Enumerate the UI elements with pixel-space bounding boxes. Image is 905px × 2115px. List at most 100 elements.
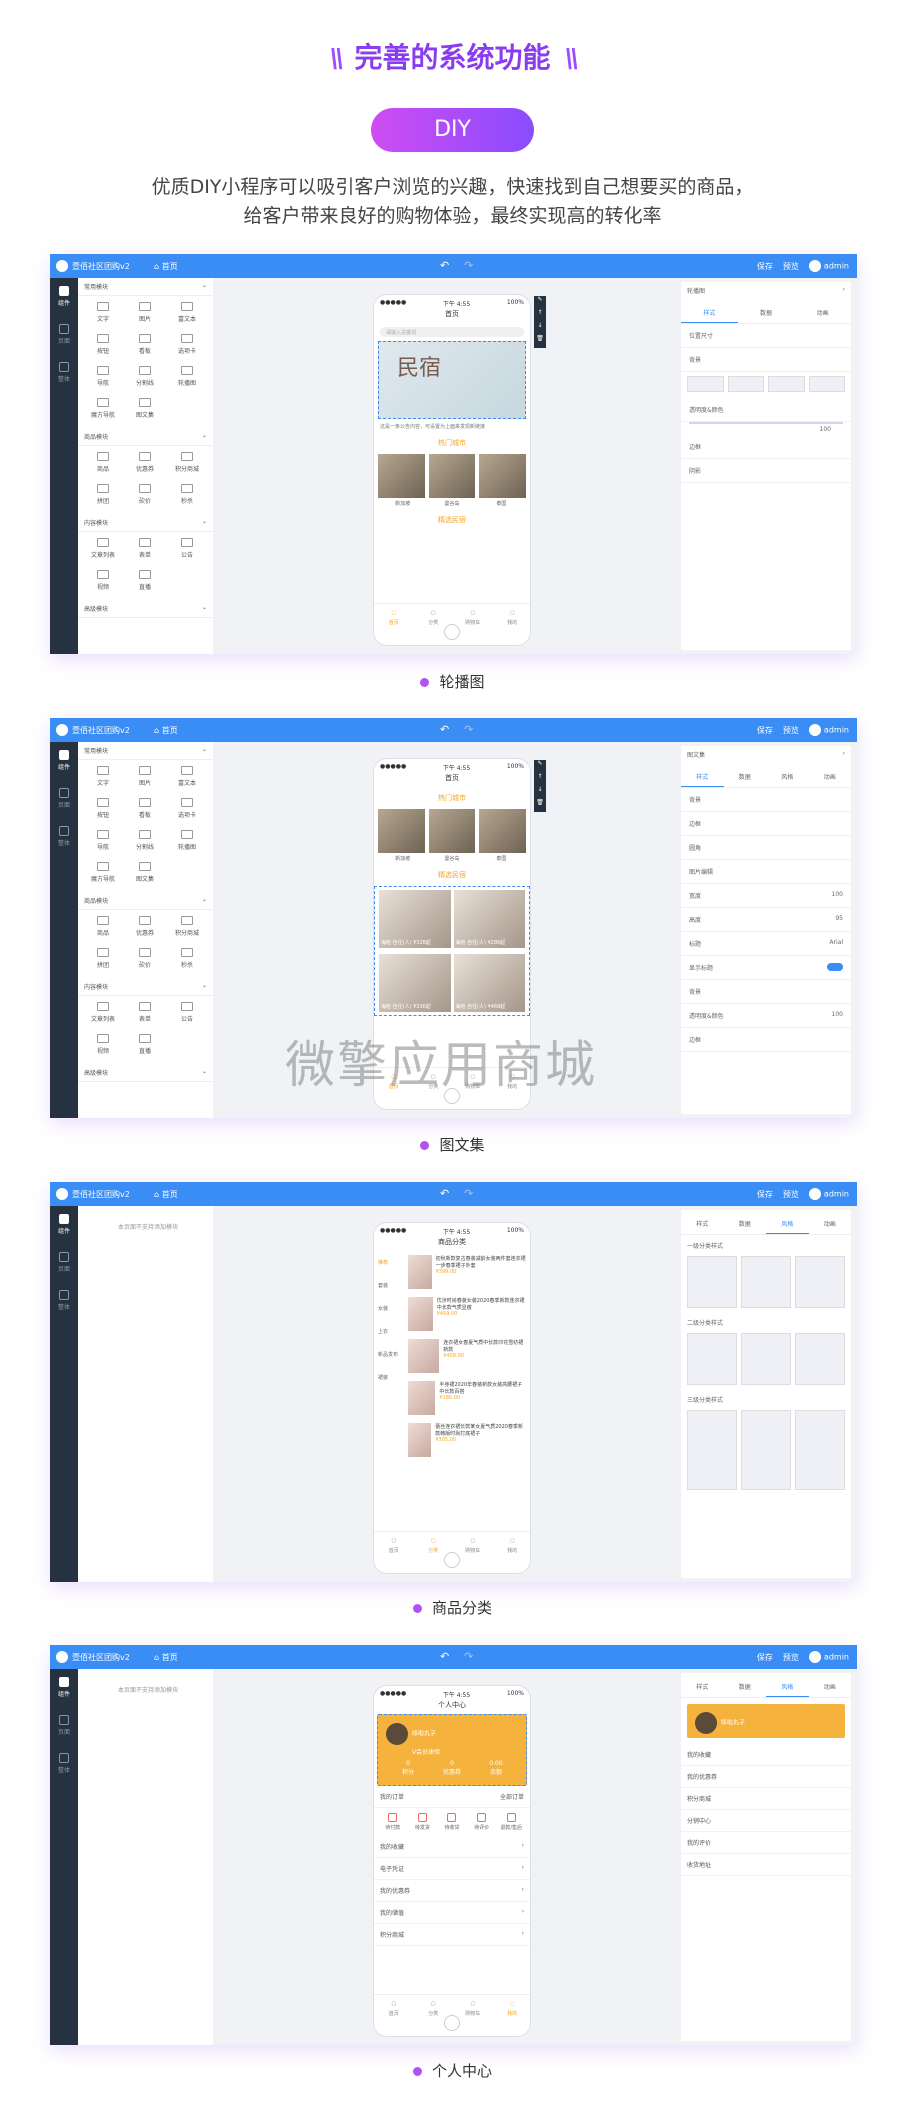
component-item[interactable]: 富文本 xyxy=(166,762,208,794)
prop-row[interactable]: 位置尺寸 xyxy=(681,324,851,348)
save-button[interactable]: 保存 xyxy=(757,261,773,272)
banner[interactable]: 民宿 xyxy=(378,341,526,419)
style-option[interactable] xyxy=(687,1333,737,1385)
tab-item[interactable]: ▢ 分类 xyxy=(414,1532,454,1554)
home-link[interactable]: ⌂ 首页 xyxy=(154,261,178,272)
preview-button[interactable]: 预览 xyxy=(783,1652,799,1663)
rail-item-0[interactable]: 组件 xyxy=(50,278,78,316)
panel-tab[interactable]: 样式 xyxy=(681,1214,724,1234)
component-item[interactable]: 文字 xyxy=(82,298,124,330)
style-option[interactable] xyxy=(687,1410,737,1490)
panel-tab[interactable]: 数据 xyxy=(724,1214,767,1234)
gallery-item[interactable]: 海帕 自住(人) ¥328起 xyxy=(379,890,451,948)
component-item[interactable]: 秒杀 xyxy=(166,944,208,976)
component-item[interactable]: 导航 xyxy=(82,826,124,858)
panel-tab[interactable]: 样式 xyxy=(681,767,724,787)
preview-button[interactable]: 预览 xyxy=(783,725,799,736)
home-link[interactable]: ⌂ 首页 xyxy=(154,1652,178,1663)
tool-button[interactable]: ↑ xyxy=(534,309,546,322)
preview-button[interactable]: 预览 xyxy=(783,1189,799,1200)
component-item[interactable]: 视频 xyxy=(82,566,124,598)
product-item[interactable]: 初秋新款复古春装减龄女装两件套连衣裙一步春季裙子外套 ¥399.00 xyxy=(404,1251,530,1293)
save-button[interactable]: 保存 xyxy=(757,1189,773,1200)
user-menu[interactable]: admin xyxy=(808,1188,849,1200)
rail-item-1[interactable]: 页面 xyxy=(50,1707,78,1745)
save-button[interactable]: 保存 xyxy=(757,1652,773,1663)
component-item[interactable]: 按钮 xyxy=(82,794,124,826)
style-option[interactable] xyxy=(795,1256,845,1308)
panel-tab[interactable]: 风格 xyxy=(766,1677,809,1697)
component-item[interactable]: 积分商城 xyxy=(166,448,208,480)
undo-button[interactable]: ↶ xyxy=(440,723,449,736)
all-orders-link[interactable]: 全部订单 xyxy=(500,1792,524,1801)
component-item[interactable]: 文章列表 xyxy=(82,998,124,1030)
category-tab[interactable]: 套装 xyxy=(374,1274,404,1297)
rail-item-0[interactable]: 组件 xyxy=(50,1669,78,1707)
panel-tab[interactable]: 风格 xyxy=(766,1214,809,1234)
panel-tab[interactable]: 样式 xyxy=(681,1677,724,1697)
component-group-header[interactable]: 高级模块 ⌄ xyxy=(78,600,213,618)
bg-option[interactable] xyxy=(687,376,724,392)
component-item[interactable]: 砍价 xyxy=(124,480,166,512)
component-item[interactable]: 商品 xyxy=(82,448,124,480)
tab-item[interactable]: ▢ 购物车 xyxy=(453,1532,493,1554)
panel-tab[interactable]: 动画 xyxy=(809,1214,852,1234)
rail-item-1[interactable]: 页面 xyxy=(50,1244,78,1282)
gallery-block[interactable]: 海帕 自住(人) ¥328起 海帕 自住(人) ¥286起 海帕 自住(人) ¥33… xyxy=(374,886,530,1016)
menu-item[interactable]: 我的优惠券 xyxy=(681,1766,851,1788)
tab-item[interactable]: ▢ 首页 xyxy=(374,1995,414,2017)
style-option[interactable] xyxy=(741,1256,791,1308)
tool-button[interactable]: ✎ xyxy=(534,760,546,773)
prop-row[interactable]: 透明度&颜色 xyxy=(681,398,851,422)
undo-button[interactable]: ↶ xyxy=(440,1650,449,1663)
city-image[interactable] xyxy=(428,454,476,498)
prop-row[interactable]: 标题 Arial xyxy=(681,932,851,956)
tab-item[interactable]: ▢ 我的 xyxy=(493,604,531,626)
city-image[interactable] xyxy=(428,809,476,853)
menu-item[interactable]: 积分商城 xyxy=(681,1788,851,1810)
panel-tab[interactable]: 数据 xyxy=(724,767,767,787)
tab-item[interactable]: ▢ 分类 xyxy=(414,604,454,626)
prop-row[interactable]: 阴影 xyxy=(681,459,851,483)
prop-row[interactable]: 边框 xyxy=(681,1028,851,1052)
product-item[interactable]: 蕾丝连衣裙长款某女夏气质2020春季新款韩版时尚打底裙子 ¥305.00 xyxy=(404,1419,530,1461)
panel-tab[interactable]: 数据 xyxy=(738,303,795,323)
prop-row[interactable]: 边框 xyxy=(681,812,851,836)
prop-row[interactable]: 宽度 100 xyxy=(681,884,851,908)
tab-item[interactable]: ▢ 我的 xyxy=(493,1532,531,1554)
panel-tab[interactable]: 数据 xyxy=(724,1677,767,1697)
menu-item[interactable]: 我的收藏 xyxy=(681,1744,851,1766)
stat[interactable]: 0 积分 xyxy=(386,1760,430,1776)
panel-tab[interactable]: 动画 xyxy=(809,767,852,787)
component-item[interactable]: 直播 xyxy=(124,566,166,598)
bg-option[interactable] xyxy=(727,376,764,392)
order-status[interactable]: 待收货 xyxy=(437,1813,467,1831)
order-status[interactable]: 待付款 xyxy=(378,1813,408,1831)
order-status[interactable]: 退款/售后 xyxy=(496,1813,526,1831)
product-item[interactable]: 半身裙2020年春装新款女装高腰裙子中长款百搭 ¥180.00 xyxy=(404,1377,530,1419)
font-select[interactable]: Arial xyxy=(829,939,843,948)
user-menu[interactable]: admin xyxy=(808,260,849,272)
tab-item[interactable]: ▢ 首页 xyxy=(374,1532,414,1554)
component-group-header[interactable]: 内容模块 ⌄ xyxy=(78,978,213,996)
component-group-header[interactable]: 内容模块 ⌄ xyxy=(78,514,213,532)
stat[interactable]: 0 优惠券 xyxy=(430,1760,474,1776)
redo-button[interactable]: ↷ xyxy=(464,1187,473,1200)
menu-item[interactable]: 收货地址 xyxy=(681,1854,851,1876)
bg-option[interactable] xyxy=(808,376,845,392)
menu-item[interactable]: 我的优惠券 › xyxy=(374,1880,530,1902)
component-item[interactable]: 分割线 xyxy=(124,362,166,394)
component-item[interactable]: 表单 xyxy=(124,998,166,1030)
city-image[interactable] xyxy=(479,454,527,498)
component-item[interactable]: 商品 xyxy=(82,912,124,944)
redo-button[interactable]: ↷ xyxy=(464,259,473,272)
component-item[interactable]: 砍价 xyxy=(124,944,166,976)
gallery-item[interactable]: 海帕 自住(人) ¥468起 xyxy=(453,954,525,1012)
menu-item[interactable]: 我的收藏 › xyxy=(374,1836,530,1858)
component-item[interactable]: 图片 xyxy=(124,762,166,794)
tool-button[interactable]: ✎ xyxy=(534,296,546,309)
tab-item[interactable]: ▢ 首页 xyxy=(374,604,414,626)
component-item[interactable]: 轮播图 xyxy=(166,826,208,858)
tab-item[interactable]: ▢ 购物车 xyxy=(453,604,493,626)
tab-item[interactable]: ▢ 分类 xyxy=(414,1995,454,2017)
